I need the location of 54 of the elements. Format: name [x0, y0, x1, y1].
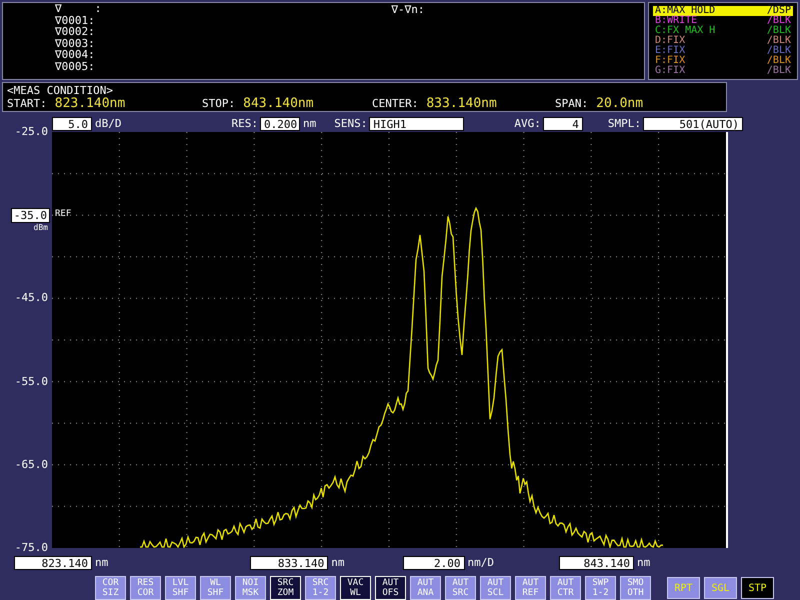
marker-label: ∇0002: — [55, 26, 96, 38]
trace-legend-item[interactable]: G:FIX /BLK — [653, 66, 793, 76]
sampling-field[interactable]: 501(AUTO) — [643, 116, 743, 130]
scale-field[interactable]: 5.0 — [52, 116, 92, 130]
y-axis-label: -25.0 — [14, 125, 48, 138]
marker-label: ∇0003: — [55, 38, 96, 50]
field-value: 843.140nm — [243, 97, 314, 110]
y-axis-label: -45.0 — [14, 291, 48, 304]
span-per-division-field[interactable]: 2.00 — [402, 556, 464, 570]
res-label: RES: — [232, 117, 258, 130]
trace-legend-item[interactable]: C:FX MAX H /BLK — [653, 26, 793, 36]
avg-label: AVG: — [514, 117, 541, 130]
average-field[interactable]: 4 — [542, 116, 583, 130]
trace-legend-item[interactable]: F:FIX /BLK — [653, 56, 793, 66]
y-axis-label: -75.0 — [14, 541, 48, 554]
y-axis-label: -65.0 — [14, 458, 48, 471]
field-label: CENTER: — [372, 97, 418, 110]
field-value: 20.0nm — [596, 97, 644, 110]
resolution-field[interactable]: 0.200 — [260, 116, 300, 130]
delta-marker-label: ∇-∇n: — [391, 3, 424, 18]
y-axis-label: -55.0 — [14, 374, 48, 388]
unit-label: nm — [95, 556, 108, 569]
sweep-key[interactable]: STP — [741, 577, 774, 599]
marker-label: ∇0004: — [55, 49, 96, 61]
reference-level-field[interactable]: -35.0 — [10, 208, 50, 224]
center-wavelength-field[interactable]: 833.140 — [250, 556, 328, 570]
softkey[interactable]: AUT OFS — [375, 576, 406, 600]
stop-wavelength-field[interactable]: 843.140 — [559, 556, 634, 570]
trace-legend-item[interactable]: A:MAX HOLD /DSP — [653, 6, 793, 16]
softkey[interactable]: VAC WL — [340, 576, 371, 600]
field-label: SPAN: — [555, 97, 588, 110]
field-label: STOP: — [202, 97, 236, 110]
meas-condition-title: <MEAS CONDITION> — [7, 84, 114, 97]
trace-legend-item[interactable]: E:FIX /BLK — [653, 46, 793, 56]
unit-label: dB/D — [95, 117, 122, 130]
start-wavelength-field[interactable]: 823.140 — [14, 556, 92, 570]
marker-label: ∇0001: — [55, 14, 96, 26]
unit-label: nm — [331, 556, 344, 569]
ref-label: REF — [55, 209, 72, 220]
unit-label: nm/D — [468, 556, 494, 569]
unit-label: nm — [637, 556, 650, 569]
unit-label: nm — [303, 117, 316, 130]
trace-legend-item[interactable]: B:WRITE /BLK — [653, 16, 793, 26]
softkey[interactable]: SRC ZOM — [270, 576, 301, 600]
field-value: 833.140nm — [426, 97, 497, 110]
sens-label: SENS: — [334, 117, 368, 130]
sensitivity-field[interactable]: HIGH1 — [369, 116, 464, 130]
trace-legend-item[interactable]: D:FIX /BLK — [653, 36, 793, 46]
unit-label: dBm — [34, 223, 48, 232]
marker-label: ∇ : — [55, 3, 102, 15]
field-value: 823.140nm — [54, 97, 126, 110]
field-label: START: — [7, 97, 47, 110]
marker-label: ∇0005: — [55, 60, 96, 73]
sampling-label: SMPL: — [608, 117, 641, 130]
